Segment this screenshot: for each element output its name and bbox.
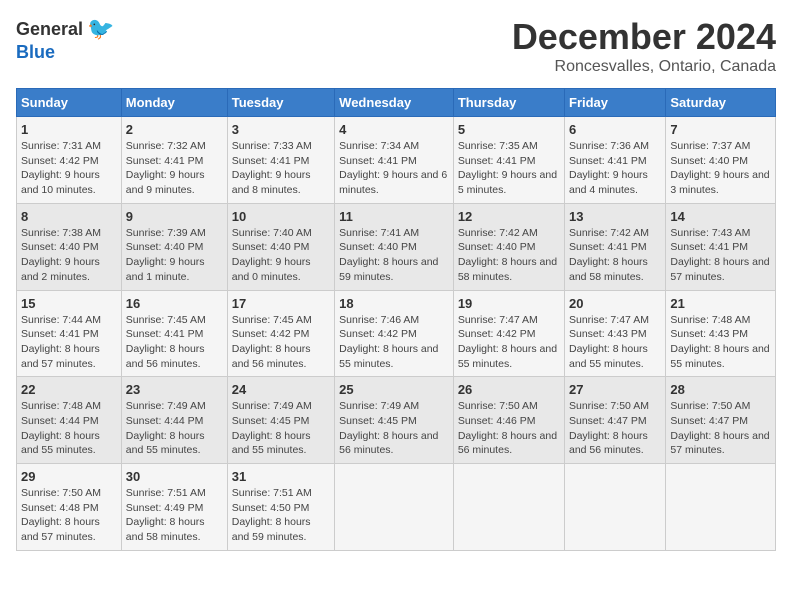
- calendar-subtitle: Roncesvalles, Ontario, Canada: [512, 58, 776, 76]
- day-cell-28: 28 Sunrise: 7:50 AMSunset: 4:47 PMDaylig…: [666, 377, 776, 464]
- day-cell-14: 14 Sunrise: 7:43 AMSunset: 4:41 PMDaylig…: [666, 203, 776, 290]
- day-cell-16: 16 Sunrise: 7:45 AMSunset: 4:41 PMDaylig…: [121, 290, 227, 377]
- calendar-title: December 2024: [512, 16, 776, 58]
- week-1: 1 Sunrise: 7:31 AMSunset: 4:42 PMDayligh…: [17, 117, 776, 204]
- header: General 🐦 Blue December 2024 Roncesvalle…: [16, 16, 776, 76]
- day-cell-15: 15 Sunrise: 7:44 AMSunset: 4:41 PMDaylig…: [17, 290, 122, 377]
- day-cell-9: 9 Sunrise: 7:39 AMSunset: 4:40 PMDayligh…: [121, 203, 227, 290]
- empty-cell-3: [565, 464, 666, 551]
- logo-blue-text: Blue: [16, 42, 55, 62]
- day-cell-3: 3 Sunrise: 7:33 AMSunset: 4:41 PMDayligh…: [227, 117, 334, 204]
- day-cell-4: 4 Sunrise: 7:34 AMSunset: 4:41 PMDayligh…: [335, 117, 454, 204]
- week-4: 22 Sunrise: 7:48 AMSunset: 4:44 PMDaylig…: [17, 377, 776, 464]
- day-cell-2: 2 Sunrise: 7:32 AMSunset: 4:41 PMDayligh…: [121, 117, 227, 204]
- week-5: 29 Sunrise: 7:50 AMSunset: 4:48 PMDaylig…: [17, 464, 776, 551]
- header-friday: Friday: [565, 89, 666, 117]
- day-cell-10: 10 Sunrise: 7:40 AMSunset: 4:40 PMDaylig…: [227, 203, 334, 290]
- day-cell-18: 18 Sunrise: 7:46 AMSunset: 4:42 PMDaylig…: [335, 290, 454, 377]
- day-cell-13: 13 Sunrise: 7:42 AMSunset: 4:41 PMDaylig…: [565, 203, 666, 290]
- day-cell-1: 1 Sunrise: 7:31 AMSunset: 4:42 PMDayligh…: [17, 117, 122, 204]
- day-cell-26: 26 Sunrise: 7:50 AMSunset: 4:46 PMDaylig…: [453, 377, 564, 464]
- day-cell-27: 27 Sunrise: 7:50 AMSunset: 4:47 PMDaylig…: [565, 377, 666, 464]
- header-thursday: Thursday: [453, 89, 564, 117]
- day-cell-25: 25 Sunrise: 7:49 AMSunset: 4:45 PMDaylig…: [335, 377, 454, 464]
- day-cell-5: 5 Sunrise: 7:35 AMSunset: 4:41 PMDayligh…: [453, 117, 564, 204]
- calendar-table: Sunday Monday Tuesday Wednesday Thursday…: [16, 88, 776, 551]
- day-cell-6: 6 Sunrise: 7:36 AMSunset: 4:41 PMDayligh…: [565, 117, 666, 204]
- day-cell-8: 8 Sunrise: 7:38 AMSunset: 4:40 PMDayligh…: [17, 203, 122, 290]
- day-cell-31: 31 Sunrise: 7:51 AMSunset: 4:50 PMDaylig…: [227, 464, 334, 551]
- day-cell-20: 20 Sunrise: 7:47 AMSunset: 4:43 PMDaylig…: [565, 290, 666, 377]
- day-cell-24: 24 Sunrise: 7:49 AMSunset: 4:45 PMDaylig…: [227, 377, 334, 464]
- day-cell-29: 29 Sunrise: 7:50 AMSunset: 4:48 PMDaylig…: [17, 464, 122, 551]
- logo: General 🐦 Blue: [16, 16, 114, 63]
- day-cell-23: 23 Sunrise: 7:49 AMSunset: 4:44 PMDaylig…: [121, 377, 227, 464]
- empty-cell-2: [453, 464, 564, 551]
- empty-cell-1: [335, 464, 454, 551]
- header-monday: Monday: [121, 89, 227, 117]
- header-wednesday: Wednesday: [335, 89, 454, 117]
- week-3: 15 Sunrise: 7:44 AMSunset: 4:41 PMDaylig…: [17, 290, 776, 377]
- empty-cell-4: [666, 464, 776, 551]
- logo-general-text: General: [16, 19, 83, 40]
- day-cell-7: 7 Sunrise: 7:37 AMSunset: 4:40 PMDayligh…: [666, 117, 776, 204]
- day-cell-12: 12 Sunrise: 7:42 AMSunset: 4:40 PMDaylig…: [453, 203, 564, 290]
- day-cell-17: 17 Sunrise: 7:45 AMSunset: 4:42 PMDaylig…: [227, 290, 334, 377]
- day-cell-22: 22 Sunrise: 7:48 AMSunset: 4:44 PMDaylig…: [17, 377, 122, 464]
- header-saturday: Saturday: [666, 89, 776, 117]
- header-sunday: Sunday: [17, 89, 122, 117]
- logo-bird-icon: 🐦: [87, 16, 114, 42]
- page-container: General 🐦 Blue December 2024 Roncesvalle…: [16, 16, 776, 551]
- title-section: December 2024 Roncesvalles, Ontario, Can…: [512, 16, 776, 76]
- day-cell-19: 19 Sunrise: 7:47 AMSunset: 4:42 PMDaylig…: [453, 290, 564, 377]
- header-tuesday: Tuesday: [227, 89, 334, 117]
- calendar-header-row: Sunday Monday Tuesday Wednesday Thursday…: [17, 89, 776, 117]
- week-2: 8 Sunrise: 7:38 AMSunset: 4:40 PMDayligh…: [17, 203, 776, 290]
- day-cell-30: 30 Sunrise: 7:51 AMSunset: 4:49 PMDaylig…: [121, 464, 227, 551]
- day-cell-11: 11 Sunrise: 7:41 AMSunset: 4:40 PMDaylig…: [335, 203, 454, 290]
- day-cell-21: 21 Sunrise: 7:48 AMSunset: 4:43 PMDaylig…: [666, 290, 776, 377]
